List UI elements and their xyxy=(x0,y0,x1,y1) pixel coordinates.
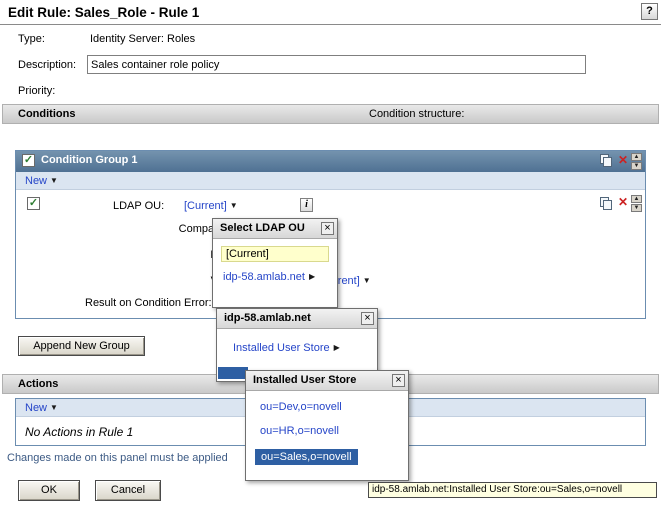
condition-group-title: Condition Group 1 xyxy=(41,154,138,166)
info-icon[interactable]: i xyxy=(300,198,313,212)
append-new-group-button[interactable]: Append New Group xyxy=(18,336,145,356)
no-actions-text: No Actions in Rule 1 xyxy=(25,425,133,439)
selection-tooltip: idp-58.amlab.net:Installed User Store:ou… xyxy=(368,482,657,498)
idp-server-popup-titlebar: idp-58.amlab.net × xyxy=(217,309,377,329)
new-condition-dropdown-icon[interactable]: ▼ xyxy=(50,176,58,185)
submenu-arrow-icon: ▶ xyxy=(334,343,340,352)
type-value: Identity Server: Roles xyxy=(90,33,195,45)
menu-item-ou-hr[interactable]: ou=HR,o=novell xyxy=(260,425,408,437)
move-down-icon[interactable]: ▼ xyxy=(631,204,642,212)
installed-user-store-popup-body: ou=Dev,o=novell ou=HR,o=novell ou=Sales,… xyxy=(246,391,408,465)
selected-row-remnant xyxy=(218,367,248,379)
menu-item-ou-dev[interactable]: ou=Dev,o=novell xyxy=(260,401,408,413)
select-ldap-ou-popup: Select LDAP OU × [Current] idp-58.amlab.… xyxy=(212,218,338,308)
conditions-new-row: New▼ xyxy=(16,172,645,190)
menu-item-label: ou=Sales,o=novell xyxy=(261,451,352,463)
move-up-icon[interactable]: ▲ xyxy=(631,153,642,161)
idp-server-popup-title: idp-58.amlab.net xyxy=(224,312,311,324)
select-ldap-ou-popup-body: [Current] idp-58.amlab.net ▶ xyxy=(213,239,337,283)
ldap-ou-value[interactable]: [Current] xyxy=(184,200,227,212)
ldap-ou-caret-icon[interactable]: ▼ xyxy=(230,201,238,210)
move-down-icon[interactable]: ▼ xyxy=(631,162,642,170)
type-label: Type: xyxy=(18,33,45,45)
actions-bar-label: Actions xyxy=(3,378,58,390)
result-on-condition-error-label: Result on Condition Error: xyxy=(85,297,212,309)
menu-item-idp-server[interactable]: idp-58.amlab.net ▶ xyxy=(221,271,329,283)
menu-item-installed-user-store[interactable]: Installed User Store ▶ xyxy=(233,342,377,354)
ok-button[interactable]: OK xyxy=(18,480,80,501)
select-ldap-ou-popup-titlebar: Select LDAP OU × xyxy=(213,219,337,239)
cancel-button[interactable]: Cancel xyxy=(95,480,161,501)
page-title: Edit Rule: Sales_Role - Rule 1 xyxy=(8,5,199,20)
new-condition-link[interactable]: New xyxy=(25,175,47,187)
condition-group-checkbox[interactable]: ✓ xyxy=(22,154,35,167)
menu-item-current[interactable]: [Current] xyxy=(221,246,329,262)
description-label: Description: xyxy=(18,59,76,71)
idp-server-popup-body: Installed User Store ▶ xyxy=(217,329,377,354)
ldap-ou-value-dropdown[interactable]: [Current]▼ xyxy=(184,200,238,212)
new-action-dropdown-icon[interactable]: ▼ xyxy=(50,403,58,412)
value-caret-icon[interactable]: ▼ xyxy=(363,276,371,285)
delete-condition-icon[interactable]: ✕ xyxy=(618,195,628,209)
close-icon[interactable]: × xyxy=(361,312,374,325)
move-up-icon[interactable]: ▲ xyxy=(631,195,642,203)
close-icon[interactable]: × xyxy=(392,374,405,387)
move-condition-spinner: ▲ ▼ xyxy=(631,195,642,212)
ldap-ou-label: LDAP OU: xyxy=(113,200,164,212)
menu-item-label: ou=HR,o=novell xyxy=(260,425,339,437)
menu-item-label: Installed User Store xyxy=(233,342,330,354)
condition-group-header: ✓ Condition Group 1 ✕ ▲ ▼ xyxy=(16,151,645,172)
description-input[interactable] xyxy=(87,55,586,74)
copy-condition-icon[interactable] xyxy=(600,197,613,211)
menu-item-label: idp-58.amlab.net xyxy=(223,271,305,283)
installed-user-store-popup-titlebar: Installed User Store × xyxy=(246,371,408,391)
submenu-arrow-icon: ▶ xyxy=(309,272,315,281)
priority-label: Priority: xyxy=(18,85,55,97)
copy-icon[interactable] xyxy=(600,154,613,168)
help-icon[interactable]: ? xyxy=(641,3,658,20)
header-divider xyxy=(0,24,661,25)
installed-user-store-popup-title: Installed User Store xyxy=(253,374,356,386)
menu-item-label: ou=Dev,o=novell xyxy=(260,401,342,413)
delete-group-icon[interactable]: ✕ xyxy=(618,153,628,167)
close-icon[interactable]: × xyxy=(321,222,334,235)
select-ldap-ou-popup-title: Select LDAP OU xyxy=(220,222,305,234)
menu-item-label: [Current] xyxy=(226,248,269,260)
move-group-spinner: ▲ ▼ xyxy=(631,153,642,170)
edit-rule-page: Edit Rule: Sales_Role - Rule 1 ? Type: I… xyxy=(0,0,661,506)
installed-user-store-popup: Installed User Store × ou=Dev,o=novell o… xyxy=(245,370,409,481)
conditions-bar-label: Conditions xyxy=(3,108,75,120)
condition-structure-label: Condition structure: xyxy=(369,105,464,123)
new-action-link[interactable]: New xyxy=(25,402,47,414)
apply-note: Changes made on this panel must be appli… xyxy=(7,452,228,464)
condition-row-checkbox[interactable]: ✓ xyxy=(27,197,40,210)
menu-item-ou-sales-selected[interactable]: ou=Sales,o=novell xyxy=(255,449,358,465)
conditions-section-bar: Conditions Condition structure: xyxy=(2,104,659,124)
